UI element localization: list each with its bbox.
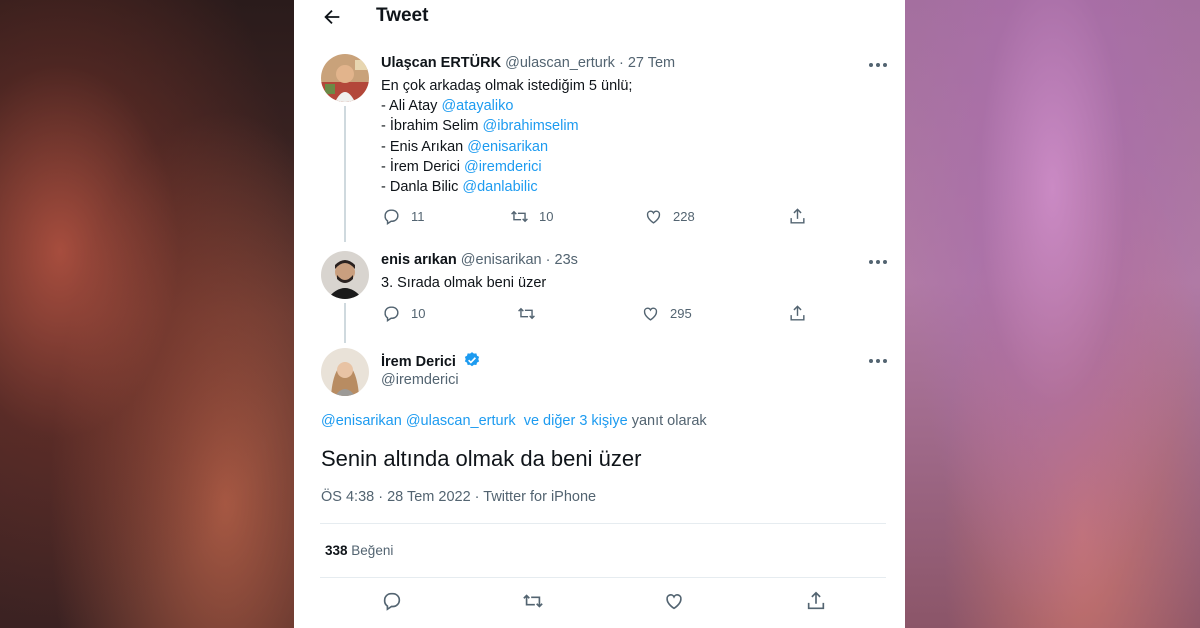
reply-icon	[383, 592, 401, 611]
tweet-line: - İbrahim Selim @ibrahimselim	[381, 116, 632, 136]
author-name[interactable]: Ulaşcan ERTÜRK	[381, 55, 501, 71]
tweet-author-row: Ulaşcan ERTÜRK @ulascan_erturk · 27 Tem	[381, 55, 675, 71]
tweet-text: 3. Sırada olmak beni üzer	[381, 275, 547, 291]
verified-badge-icon	[464, 352, 480, 367]
like-label: Beğeni	[351, 543, 394, 558]
mention-link[interactable]: @enisarikan	[467, 139, 548, 155]
page-title: Tweet	[376, 5, 429, 26]
main-tweet-text: Senin altında olmak da beni üzer	[321, 446, 642, 471]
likes-summary[interactable]: 338 Beğeni	[325, 543, 393, 558]
author-name[interactable]: enis arıkan	[381, 252, 457, 268]
background-right	[905, 0, 1200, 628]
tweet-text: - Danla Bilic	[381, 179, 463, 196]
like-button[interactable]	[663, 590, 685, 612]
reply-mentions[interactable]: @enisarikan @ulascan_erturk	[321, 413, 516, 429]
author-handle[interactable]: @ulascan_erturk	[505, 55, 615, 71]
like-icon	[643, 307, 658, 321]
reply-icon	[384, 209, 399, 225]
reply-icon	[384, 306, 399, 322]
tweet-time[interactable]: 27 Tem	[628, 55, 675, 71]
share-button[interactable]	[788, 304, 807, 323]
author-name[interactable]: İrem Derici	[381, 354, 456, 370]
avatar-enis[interactable]	[321, 251, 369, 299]
like-button[interactable]: 228	[644, 207, 695, 226]
retweet-icon	[523, 594, 543, 608]
separator: ·	[545, 252, 551, 268]
separator: ·	[618, 55, 624, 71]
like-button[interactable]: 295	[641, 304, 692, 323]
tweet-text: - İrem Derici	[381, 158, 464, 175]
share-button[interactable]	[788, 207, 807, 226]
reply-button[interactable]: 11	[382, 207, 425, 226]
avatar-ulascan[interactable]	[321, 54, 369, 102]
mention-link[interactable]: @ibrahimselim	[483, 118, 579, 134]
reply-context: @enisarikan @ulascan_erturk ve diğer 3 k…	[321, 413, 707, 429]
like-icon	[666, 594, 682, 610]
more-icon[interactable]	[867, 354, 889, 368]
tweet-line: - Danla Bilic @danlabilic	[381, 177, 632, 197]
more-icon[interactable]	[867, 58, 889, 72]
reply-count: 11	[411, 209, 425, 224]
reply-button[interactable]	[381, 590, 403, 612]
tweet-panel: Tweet Ulaşcan ERTÜRK @ulascan_erturk · 2…	[294, 0, 905, 628]
tweet-body: En çok arkadaş olmak istediğim 5 ünlü; -…	[381, 76, 632, 197]
more-icon[interactable]	[867, 255, 889, 269]
like-count: 228	[673, 209, 695, 224]
tweet-text: En çok arkadaş olmak istediğim 5 ünlü;	[381, 78, 633, 94]
tweet-time[interactable]: 23s	[555, 252, 578, 268]
tweet-text: - Enis Arıkan	[381, 138, 468, 155]
share-icon	[807, 591, 825, 610]
mention-link[interactable]: @danlabilic	[462, 179, 537, 195]
divider	[320, 523, 886, 524]
retweet-button[interactable]	[517, 304, 546, 323]
like-total: 338	[325, 543, 348, 558]
tweet-header: Tweet	[294, 0, 905, 36]
like-icon	[646, 210, 661, 224]
tweet-meta[interactable]: ÖS 4:38 · 28 Tem 2022 · Twitter for iPho…	[321, 489, 596, 505]
back-arrow-icon[interactable]	[321, 6, 343, 28]
tweet-line: - İrem Derici @iremderici	[381, 157, 632, 177]
share-icon	[790, 305, 805, 321]
main-actions	[294, 590, 905, 614]
retweet-icon	[511, 210, 528, 223]
retweet-button[interactable]: 10	[510, 207, 553, 226]
tweet-line: En çok arkadaş olmak istediğim 5 ünlü;	[381, 76, 632, 96]
mention-link[interactable]: @atayaliko	[441, 98, 513, 114]
background-left	[0, 0, 300, 628]
tweet-actions: 10 295	[294, 304, 905, 328]
reply-others-link[interactable]: ve diğer 3 kişiye	[524, 413, 628, 429]
share-button[interactable]	[805, 590, 827, 612]
reply-count: 10	[411, 306, 426, 321]
retweet-count: 10	[539, 209, 554, 224]
like-count: 295	[670, 306, 692, 321]
reply-suffix: yanıt olarak	[631, 413, 707, 429]
mention-link[interactable]: @iremderici	[464, 159, 542, 175]
reply-button[interactable]: 10	[382, 304, 425, 323]
tweet-actions: 11 10 228	[294, 207, 905, 231]
author-handle[interactable]: @enisarikan	[461, 252, 542, 268]
retweet-button[interactable]	[522, 590, 544, 612]
tweet-line: - Enis Arıkan @enisarikan	[381, 137, 632, 157]
author-handle[interactable]: @iremderici	[381, 372, 459, 388]
tweet-line: - Ali Atay @atayaliko	[381, 96, 632, 116]
retweet-icon	[518, 307, 535, 320]
tweet-body: 3. Sırada olmak beni üzer	[381, 273, 546, 293]
main-author-row: İrem Derici	[381, 351, 481, 370]
divider	[320, 577, 886, 578]
share-icon	[790, 208, 805, 224]
tweet-text: - İbrahim Selim	[381, 118, 483, 135]
avatar-irem[interactable]	[321, 348, 369, 396]
tweet-text: - Ali Atay	[381, 98, 442, 115]
tweet-author-row: enis arıkan @enisarikan · 23s	[381, 252, 578, 268]
